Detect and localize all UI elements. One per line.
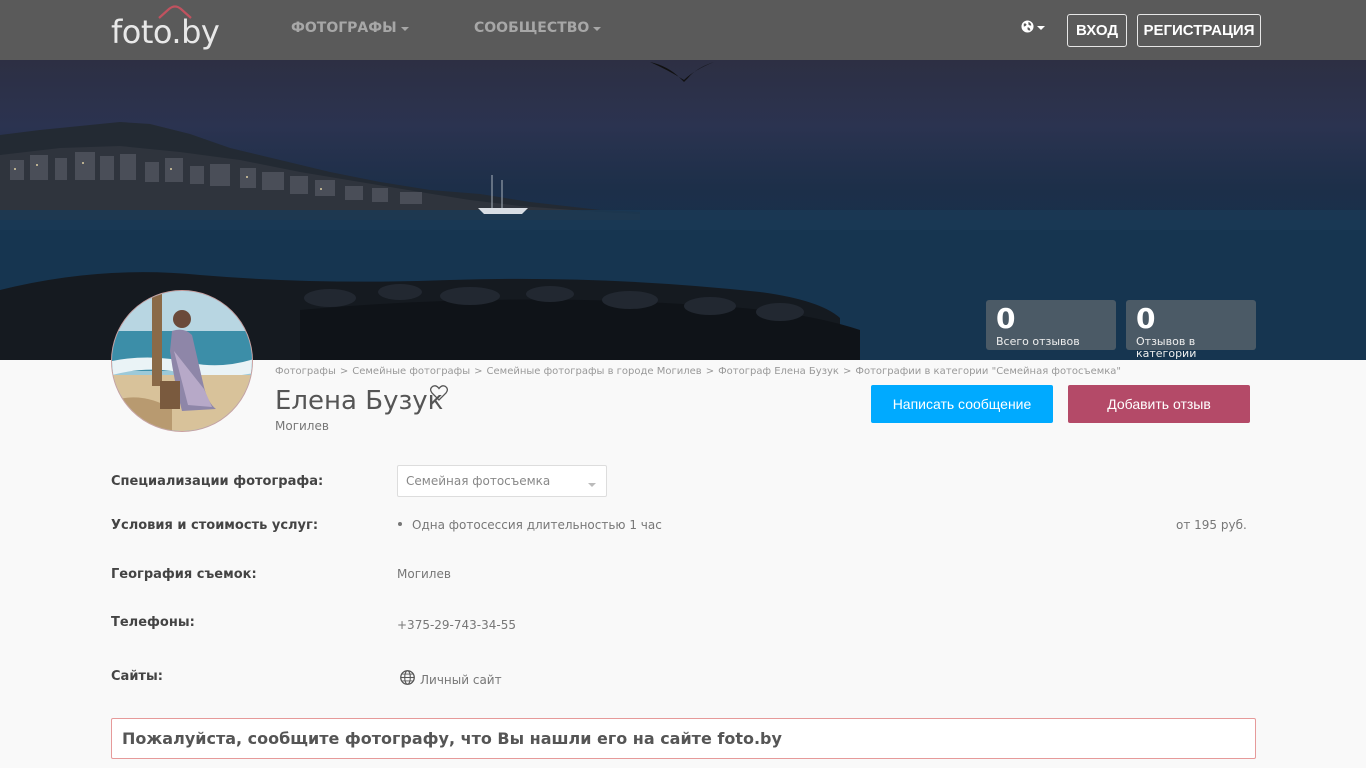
logo-roof-icon (158, 5, 192, 19)
services-label: Условия и стоимость услуг: (111, 518, 319, 533)
category-reviews-stat: 0 Отзывов в категории (1126, 300, 1256, 360)
nav-photographers[interactable]: Фотографы (291, 20, 409, 36)
phone-value[interactable]: +375-29-743-34-55 (397, 618, 516, 632)
globe-icon (1021, 20, 1034, 33)
avatar[interactable] (111, 290, 253, 432)
breadcrumb-current: Фотографии в категории "Семейная фотосъе… (855, 366, 1122, 377)
breadcrumb-link[interactable]: Фотографы (275, 366, 336, 377)
photographer-city: Могилев (275, 419, 329, 433)
category-reviews-count: 0 (1136, 302, 1156, 335)
add-review-button[interactable]: Добавить отзыв (1068, 385, 1250, 423)
breadcrumb-separator: > (339, 366, 349, 377)
chevron-down-icon (1037, 25, 1045, 30)
total-reviews-count: 0 (996, 302, 1016, 335)
geography-value: Могилев (397, 567, 451, 581)
geography-label: География съемок: (111, 567, 257, 582)
breadcrumb-separator: > (842, 366, 852, 377)
chevron-down-icon (593, 27, 602, 31)
site-logo[interactable]: foto.by (111, 5, 220, 51)
bullet-icon (398, 522, 402, 526)
personal-site-link[interactable]: Личный сайт (420, 673, 502, 687)
total-reviews-stat: 0 Всего отзывов (986, 300, 1116, 350)
service-price: от 195 руб. (1176, 518, 1247, 532)
globe-icon (400, 670, 415, 685)
chevron-down-icon (588, 483, 596, 487)
language-selector[interactable] (1021, 20, 1045, 33)
specialization-label: Специализации фотографа: (111, 474, 324, 489)
breadcrumb-link[interactable]: Фотограф Елена Бузук (718, 366, 839, 377)
breadcrumb: Фотографы > Семейные фотографы > Семейные фо… (275, 366, 1121, 377)
chevron-down-icon (400, 27, 409, 31)
register-button[interactable]: Регистрация (1137, 14, 1261, 47)
service-name: Одна фотосессия длительностью 1 час (412, 518, 662, 532)
login-button[interactable]: Вход (1067, 14, 1127, 47)
specialization-selected-value: Семейная фотосъемка (406, 474, 551, 488)
specialization-select[interactable]: Семейная фотосъемка (397, 465, 607, 497)
logo-text: foto.by (111, 13, 220, 51)
heart-icon[interactable] (430, 385, 448, 401)
breadcrumb-link[interactable]: Семейные фотографы в городе Могилев (487, 366, 702, 377)
notice-banner: Пожалуйста, сообщите фотографу, что Вы н… (111, 718, 1256, 759)
breadcrumb-link[interactable]: Семейные фотографы (352, 366, 470, 377)
breadcrumb-separator: > (705, 366, 715, 377)
photographer-name: Елена Бузук (275, 386, 444, 416)
nav-photographers-label: Фотографы (291, 20, 397, 36)
nav-community[interactable]: Сообщество (474, 20, 602, 36)
breadcrumb-separator: > (474, 366, 483, 377)
write-message-button[interactable]: Написать сообщение (871, 385, 1053, 423)
total-reviews-label: Всего отзывов (996, 335, 1080, 348)
avatar-photo (112, 291, 252, 431)
nav-community-label: Сообщество (474, 20, 590, 36)
sites-label: Сайты: (111, 669, 163, 684)
phones-label: Телефоны: (111, 615, 195, 630)
category-reviews-label: Отзывов в категории (1136, 335, 1197, 360)
top-navbar: foto.by Фотографы Сообщество Вход Регист… (0, 0, 1366, 60)
